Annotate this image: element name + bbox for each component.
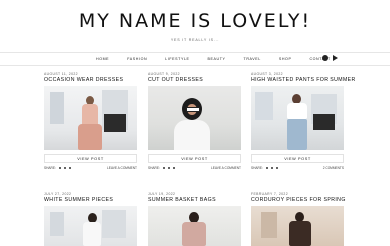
post-share-row: SHARE: 2 COMMENTS: [251, 166, 344, 170]
site-header: MY NAME IS LOVELY! YES IT REALLY IS...: [0, 0, 390, 52]
nav-icons: [322, 55, 338, 61]
nav-item-fashion[interactable]: FASHION: [127, 57, 147, 61]
instagram-icon[interactable]: [322, 55, 328, 61]
post-image[interactable]: [44, 206, 137, 246]
view-post-button[interactable]: VIEW POST: [251, 154, 344, 163]
twitter-icon[interactable]: [167, 167, 170, 169]
post-date: JULY 19, 2022: [148, 192, 176, 196]
post-date: JULY 27, 2022: [44, 192, 72, 196]
post-title[interactable]: CORDUROY PIECES FOR SPRING: [251, 197, 345, 203]
share-label: SHARE:: [148, 166, 160, 170]
post-title[interactable]: HIGH WAISTED PANTS FOR SUMMER: [251, 77, 355, 83]
comments-link[interactable]: LEAVE A COMMENT: [107, 166, 137, 170]
post-card: AUGUST 3, 2022 HIGH WAISTED PANTS FOR SU…: [251, 72, 355, 170]
post-card: JULY 27, 2022 WHITE SUMMER PIECES: [44, 192, 137, 246]
view-post-button[interactable]: VIEW POST: [148, 154, 241, 163]
post-title[interactable]: OCCASION WEAR DRESSES: [44, 77, 137, 83]
twitter-icon[interactable]: [270, 167, 273, 169]
post-image[interactable]: [148, 86, 241, 150]
facebook-icon[interactable]: [265, 167, 268, 169]
pinterest-icon[interactable]: [275, 167, 278, 169]
post-date: AUGUST 3, 2022: [251, 72, 283, 76]
nav-menu: HOME FASHION LIFESTYLE BEAUTY TRAVEL SHO…: [96, 53, 349, 65]
view-post-button[interactable]: VIEW POST: [44, 154, 137, 163]
nav-item-lifestyle[interactable]: LIFESTYLE: [165, 57, 189, 61]
share-label: SHARE:: [44, 166, 56, 170]
share-label: SHARE:: [251, 166, 263, 170]
post-share-row: SHARE: LEAVE A COMMENT: [44, 166, 137, 170]
post-card: JULY 19, 2022 SUMMER BASKET BAGS: [148, 192, 241, 246]
post-title[interactable]: CUT OUT DRESSES: [148, 77, 241, 83]
post-image[interactable]: [251, 206, 344, 246]
site-tagline: YES IT REALLY IS...: [170, 38, 220, 42]
post-date: AUGUST 11, 2022: [44, 72, 78, 76]
post-card: FEBRUARY 7, 2022 CORDUROY PIECES FOR SPR…: [251, 192, 345, 246]
post-image[interactable]: [251, 86, 344, 150]
post-date: AUGUST 9, 2022: [148, 72, 180, 76]
post-share-row: SHARE: LEAVE A COMMENT: [148, 166, 241, 170]
nav-item-home[interactable]: HOME: [96, 57, 109, 61]
pinterest-icon[interactable]: [172, 167, 175, 169]
comments-link[interactable]: 2 COMMENTS: [323, 166, 344, 170]
twitter-icon[interactable]: [63, 167, 66, 169]
nav-item-beauty[interactable]: BEAUTY: [208, 57, 226, 61]
site-title[interactable]: MY NAME IS LOVELY!: [0, 10, 390, 32]
post-card: AUGUST 11, 2022 OCCASION WEAR DRESSES VI…: [44, 72, 137, 170]
arrow-right-icon[interactable]: [333, 55, 338, 61]
post-image[interactable]: [44, 86, 137, 150]
post-date: FEBRUARY 7, 2022: [251, 192, 288, 196]
post-card: AUGUST 9, 2022 CUT OUT DRESSES VIEW POST…: [148, 72, 241, 170]
post-image[interactable]: [148, 206, 241, 246]
facebook-icon[interactable]: [162, 167, 165, 169]
main-nav: HOME FASHION LIFESTYLE BEAUTY TRAVEL SHO…: [0, 52, 390, 66]
post-title[interactable]: SUMMER BASKET BAGS: [148, 197, 241, 203]
comments-link[interactable]: LEAVE A COMMENT: [211, 166, 241, 170]
nav-item-travel[interactable]: TRAVEL: [244, 57, 261, 61]
facebook-icon[interactable]: [58, 167, 61, 169]
pinterest-icon[interactable]: [68, 167, 71, 169]
post-title[interactable]: WHITE SUMMER PIECES: [44, 197, 137, 203]
nav-item-shop[interactable]: SHOP: [279, 57, 292, 61]
